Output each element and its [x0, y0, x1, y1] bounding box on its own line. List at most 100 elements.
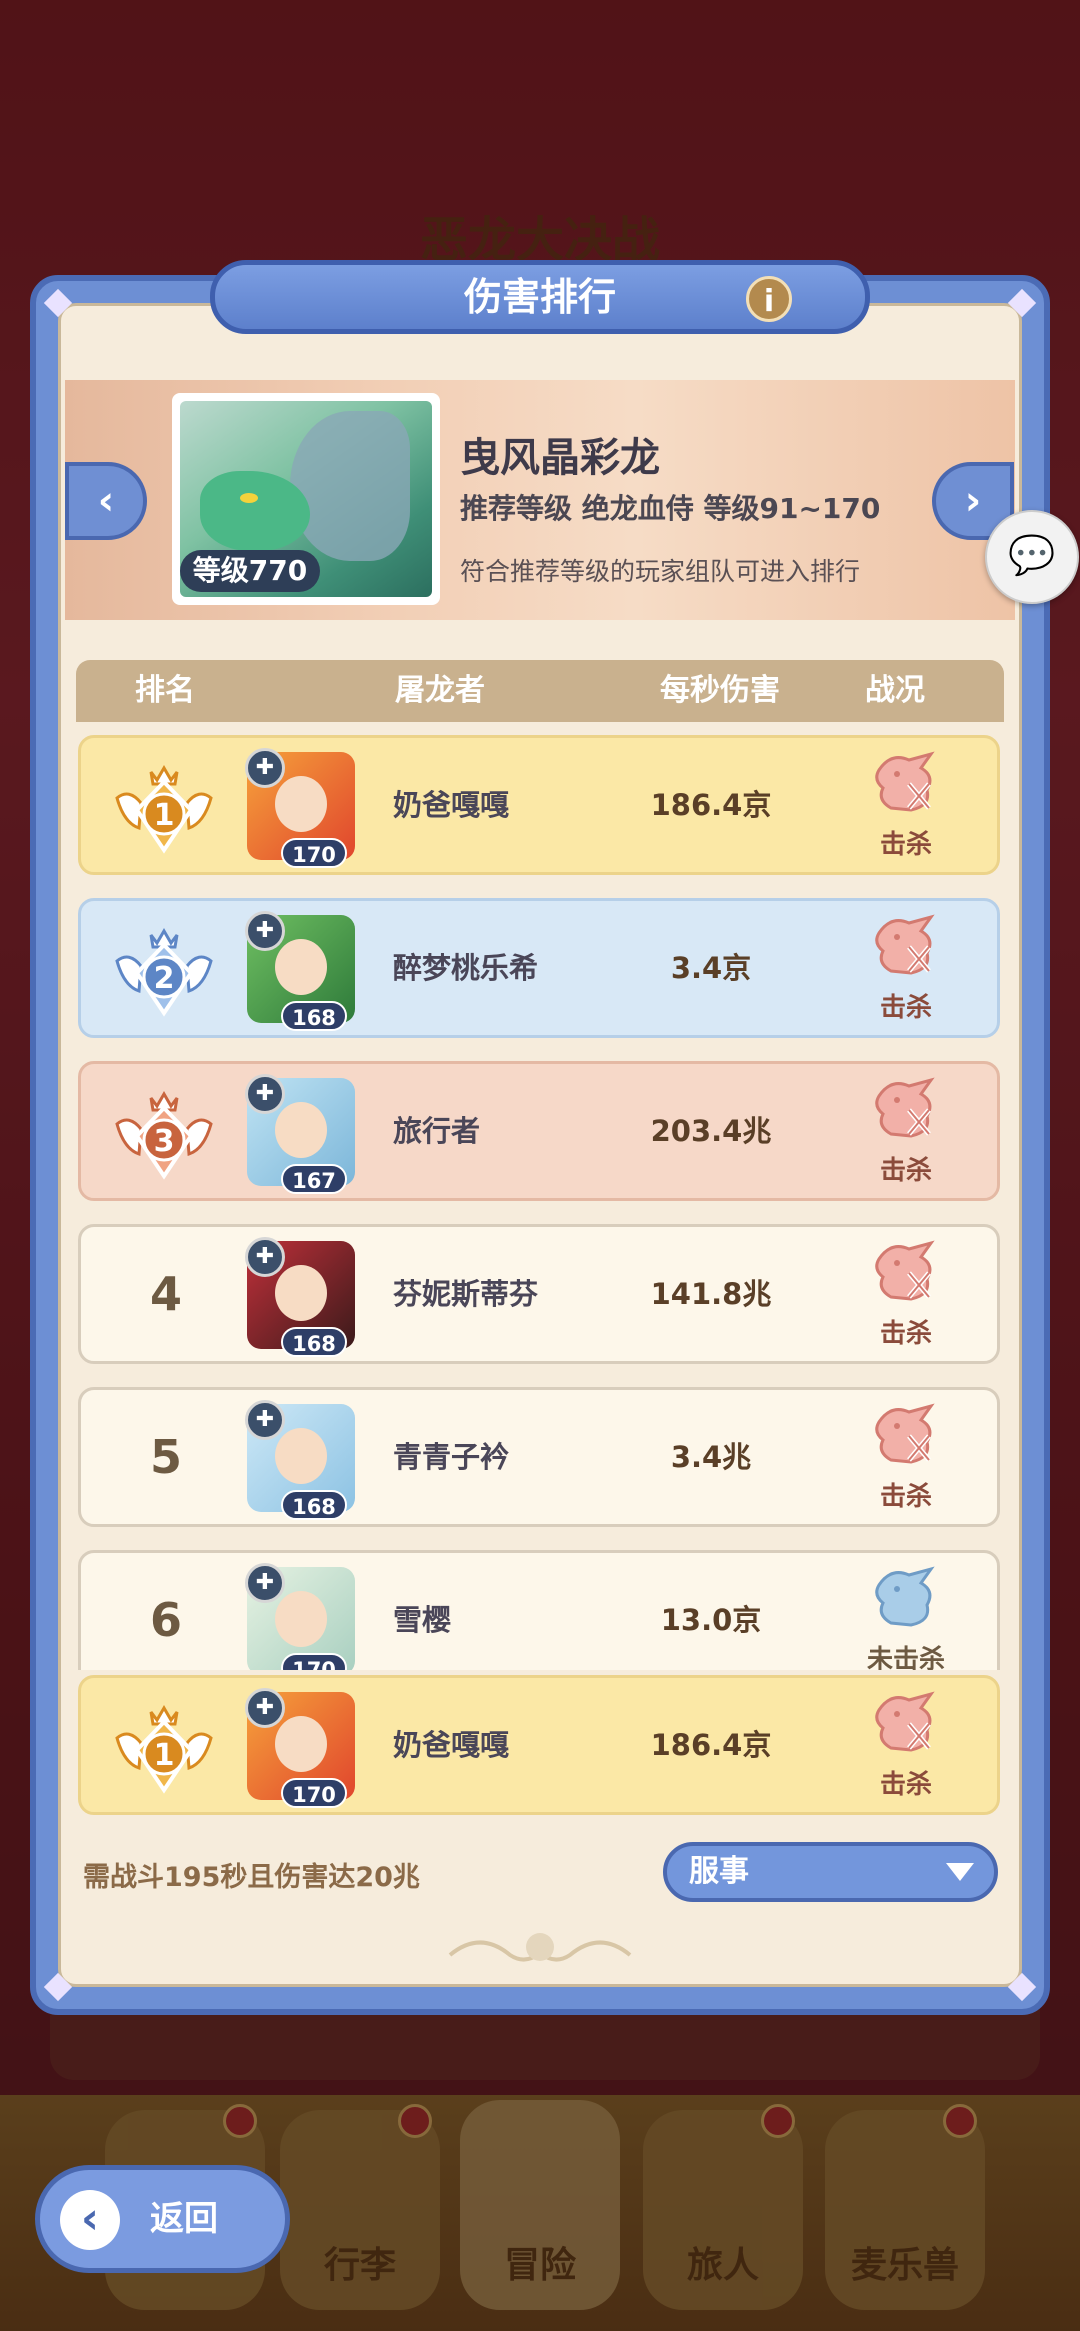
- class-emblem-icon: ✚: [245, 1688, 285, 1728]
- requirement-text: 需战斗195秒且伤害达20兆: [83, 1862, 420, 1893]
- player-name: 芬妮斯蒂芬: [393, 1277, 539, 1311]
- my-ranking-row: 1 ✚ 170 奶爸嘎嘎 186.4京 击杀: [78, 1675, 1000, 1815]
- battle-status: 未击杀: [841, 1561, 971, 1670]
- avatar-face: [275, 776, 327, 832]
- server-select[interactable]: 服事: [663, 1842, 998, 1902]
- player-level: 170: [281, 1653, 347, 1670]
- player-level: 170: [281, 1778, 347, 1808]
- avatar-face: [275, 1102, 327, 1158]
- battle-status: 击杀: [841, 1398, 971, 1518]
- prev-boss-button[interactable]: ‹: [65, 462, 147, 540]
- class-emblem-icon: ✚: [245, 1237, 285, 1277]
- class-emblem-icon: ✚: [245, 748, 285, 788]
- svg-text:2: 2: [154, 961, 175, 996]
- dragon-icon: [875, 1566, 935, 1627]
- player-level: 168: [281, 1490, 347, 1520]
- player-avatar[interactable]: ✚ 168: [241, 1235, 361, 1357]
- svg-text:3: 3: [154, 1124, 175, 1159]
- player-avatar[interactable]: ✚ 170: [241, 746, 361, 868]
- svg-text:1: 1: [154, 798, 175, 833]
- rank-medal-icon: 1: [115, 1705, 213, 1794]
- player-name: 奶爸嘎嘎: [393, 1728, 510, 1762]
- class-emblem-icon: ✚: [245, 1074, 285, 1114]
- player-level: 170: [281, 838, 347, 868]
- chat-icon: 💬: [1008, 533, 1056, 577]
- back-arrow-icon: ‹: [60, 2190, 120, 2250]
- player-name: 奶爸嘎嘎: [393, 788, 510, 822]
- rank-medal-icon: 3: [115, 1091, 213, 1180]
- player-level: 167: [281, 1164, 347, 1194]
- player-name: 雪樱: [393, 1603, 452, 1637]
- avatar-face: [275, 939, 327, 995]
- back-button[interactable]: ‹ 返回: [35, 2165, 290, 2273]
- dragon-slain-icon: [875, 1077, 935, 1138]
- player-name: 旅行者: [393, 1114, 481, 1148]
- player-dps: 3.4京: [670, 951, 752, 985]
- ranking-list[interactable]: 1 ✚ 170 奶爸嘎嘎 186.4京 击杀 2 ✚ 168 醉梦桃乐希 3.4…: [76, 735, 1004, 1670]
- header-dps: 每秒伤害: [660, 673, 780, 708]
- battle-status: 击杀: [841, 909, 971, 1029]
- header-status: 战况: [865, 673, 925, 708]
- player-name: 醉梦桃乐希: [393, 951, 539, 985]
- avatar-face: [275, 1716, 327, 1772]
- table-row[interactable]: 5 ✚ 168 青青子衿 3.4兆 击杀: [78, 1387, 1000, 1527]
- rank-number: 4: [149, 1267, 182, 1321]
- player-dps: 203.4兆: [650, 1114, 772, 1148]
- avatar-face: [275, 1265, 327, 1321]
- battle-status-label: 击杀: [879, 1156, 932, 1186]
- battle-status-label: 击杀: [879, 1770, 932, 1800]
- player-avatar[interactable]: ✚ 167: [241, 1072, 361, 1194]
- header-rank: 排名: [135, 673, 195, 708]
- boss-recommended-level: 推荐等级 绝龙血侍 等级91~170: [460, 492, 881, 525]
- battle-status: 击杀: [841, 1235, 971, 1355]
- svg-text:1: 1: [154, 1738, 175, 1773]
- battle-status-label: 击杀: [879, 1319, 932, 1349]
- chevron-down-icon: [946, 1863, 974, 1881]
- boss-level-badge: 等级770: [180, 550, 320, 592]
- battle-status-label: 击杀: [879, 993, 932, 1023]
- dragon-slain-icon: [875, 1240, 935, 1301]
- player-avatar[interactable]: ✚ 170: [241, 1561, 361, 1670]
- server-select-value: 服事: [689, 1854, 749, 1889]
- player-dps: 3.4兆: [670, 1440, 752, 1474]
- battle-status: 击杀: [841, 1686, 971, 1806]
- table-row[interactable]: 3 ✚ 167 旅行者 203.4兆 击杀: [78, 1061, 1000, 1201]
- player-avatar[interactable]: ✚ 170: [241, 1686, 361, 1808]
- battle-status: 击杀: [841, 1072, 971, 1192]
- class-emblem-icon: ✚: [245, 1400, 285, 1440]
- dragon-slain-icon: [875, 914, 935, 975]
- rank-number: 6: [149, 1593, 182, 1647]
- dragon-slain-icon: [875, 1403, 935, 1464]
- battle-status-label: 击杀: [879, 1482, 932, 1512]
- player-avatar[interactable]: ✚ 168: [241, 1398, 361, 1520]
- footer-ornament: [448, 1933, 632, 1962]
- chevron-left-icon: ‹: [97, 478, 115, 524]
- table-row[interactable]: 1 ✚ 170 奶爸嘎嘎 186.4京 击杀: [78, 735, 1000, 875]
- rank-number: 5: [149, 1430, 182, 1484]
- dragon-slain-icon: [875, 751, 935, 812]
- rank-medal-icon: 1: [115, 765, 213, 854]
- boss-name: 曳风晶彩龙: [460, 435, 660, 481]
- avatar-face: [275, 1591, 327, 1647]
- player-dps: 141.8兆: [650, 1277, 772, 1311]
- header-player: 屠龙者: [395, 673, 485, 708]
- player-level: 168: [281, 1327, 347, 1357]
- player-avatar[interactable]: ✚ 168: [241, 909, 361, 1031]
- dragon-slain-icon: [875, 1691, 935, 1752]
- player-dps: 13.0京: [660, 1603, 762, 1637]
- table-row[interactable]: 4 ✚ 168 芬妮斯蒂芬 141.8兆 击杀: [78, 1224, 1000, 1364]
- info-icon[interactable]: i: [746, 276, 792, 322]
- table-row[interactable]: 6 ✚ 170 雪樱 13.0京 未击杀: [78, 1550, 1000, 1670]
- battle-status: 击杀: [841, 746, 971, 866]
- player-level: 168: [281, 1001, 347, 1031]
- class-emblem-icon: ✚: [245, 911, 285, 951]
- rank-medal-icon: 2: [115, 928, 213, 1017]
- class-emblem-icon: ✚: [245, 1563, 285, 1603]
- boss-ranking-note: 符合推荐等级的玩家组队可进入排行: [460, 557, 861, 586]
- battle-status-label: 未击杀: [866, 1645, 945, 1670]
- avatar-face: [275, 1428, 327, 1484]
- table-row[interactable]: 2 ✚ 168 醉梦桃乐希 3.4京 击杀: [78, 898, 1000, 1038]
- chevron-right-icon: ›: [964, 478, 982, 524]
- battle-status-label: 击杀: [879, 830, 932, 860]
- chat-bubble-button[interactable]: 💬: [985, 510, 1079, 604]
